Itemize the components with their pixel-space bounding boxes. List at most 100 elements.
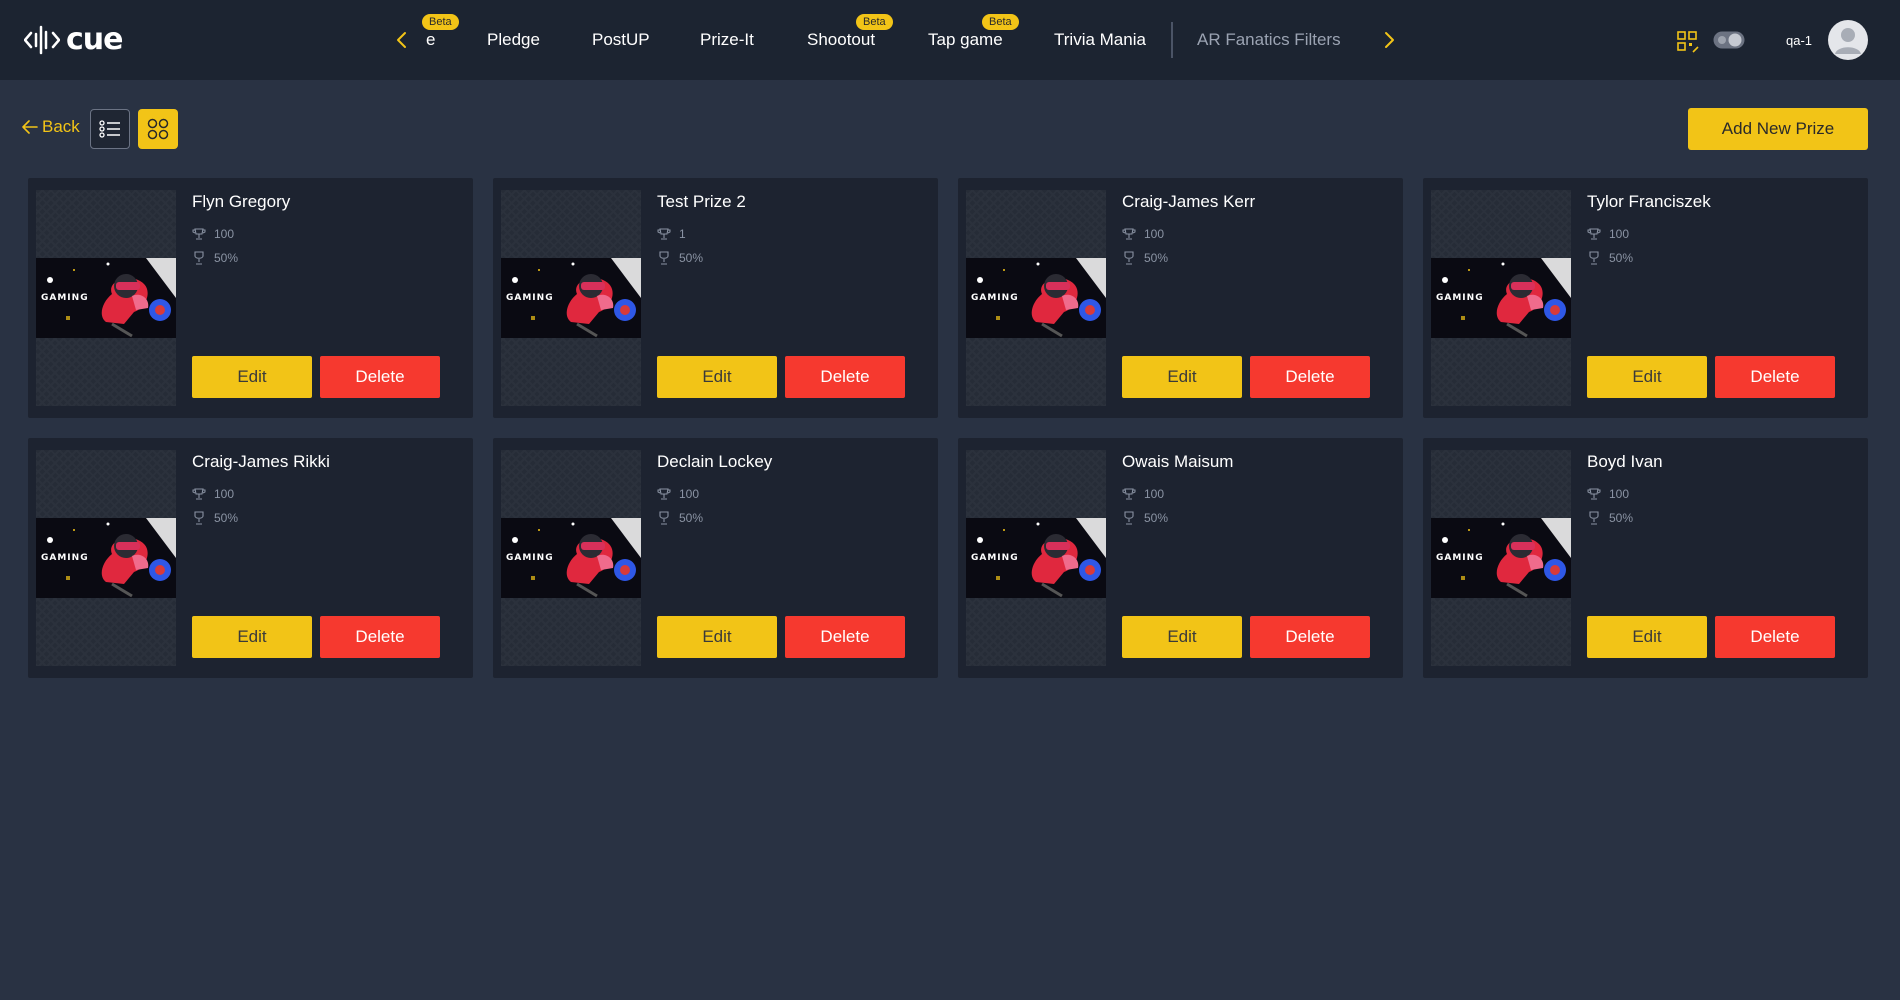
thumbnail-caption: GAMING — [506, 553, 554, 563]
delete-button[interactable]: Delete — [320, 356, 440, 398]
prize-percent-value: 50% — [679, 251, 704, 265]
prize-card: GAMING Owais Maisum 100 50% Edit Delete — [958, 438, 1403, 678]
prize-grid: GAMING Flyn Gregory 100 50% Edit Delete — [28, 178, 1868, 678]
prize-card: GAMING Craig-James Kerr 100 50% Edit Del… — [958, 178, 1403, 418]
chevron-right-icon[interactable] — [1377, 28, 1401, 52]
thumbnail-caption: GAMING — [1436, 293, 1484, 303]
prize-percent-value: 50% — [1609, 251, 1634, 265]
delete-button[interactable]: Delete — [785, 616, 905, 658]
back-label: Back — [42, 117, 80, 136]
prize-quantity: 1 — [657, 227, 686, 241]
prize-quantity-icon — [1122, 228, 1136, 240]
prize-quantity-icon — [192, 228, 206, 240]
delete-button[interactable]: Delete — [320, 616, 440, 658]
gaming-banner-image: GAMING — [1431, 518, 1571, 598]
prize-title: Owais Maisum — [1122, 452, 1234, 471]
edit-button[interactable]: Edit — [1587, 616, 1707, 658]
delete-button[interactable]: Delete — [785, 356, 905, 398]
prize-thumbnail: GAMING — [966, 190, 1106, 406]
tab-shootout[interactable]: Shootout — [807, 29, 875, 51]
prize-quantity-value: 100 — [679, 487, 700, 501]
grid-view-button[interactable] — [138, 109, 178, 149]
logo-text: cue — [66, 22, 123, 57]
gaming-banner-image: GAMING — [36, 518, 176, 598]
prize-quantity-icon — [1122, 488, 1136, 500]
delete-button[interactable]: Delete — [1715, 616, 1835, 658]
tab-ar-fanatics-filters[interactable]: AR Fanatics Filters — [1197, 29, 1341, 51]
prize-thumbnail: GAMING — [1431, 190, 1571, 406]
gaming-banner-image: GAMING — [501, 258, 641, 338]
tab-partial[interactable]: e — [426, 29, 435, 51]
prize-thumbnail: GAMING — [501, 450, 641, 666]
prize-percent: 50% — [1587, 511, 1633, 525]
edit-button[interactable]: Edit — [1122, 616, 1242, 658]
prize-thumbnail: GAMING — [1431, 450, 1571, 666]
add-new-prize-button[interactable]: Add New Prize — [1688, 108, 1868, 150]
prize-title: Tylor Franciszek — [1587, 192, 1711, 211]
beta-badge: Beta — [982, 14, 1019, 30]
prize-thumbnail: GAMING — [36, 190, 176, 406]
edit-button[interactable]: Edit — [192, 356, 312, 398]
prize-quantity-value: 100 — [214, 487, 235, 501]
thumbnail-caption: GAMING — [1436, 553, 1484, 563]
tab-postup[interactable]: PostUP — [592, 29, 650, 51]
delete-button[interactable]: Delete — [1715, 356, 1835, 398]
cue-logo-icon — [24, 25, 60, 55]
prize-percent: 50% — [1587, 251, 1633, 265]
prize-percent-value: 50% — [1144, 511, 1169, 525]
prize-percent-value: 50% — [679, 511, 704, 525]
prize-title: Craig-James Kerr — [1122, 192, 1256, 211]
edit-button[interactable]: Edit — [1122, 356, 1242, 398]
prize-quantity-value: 1 — [679, 227, 686, 241]
edit-button[interactable]: Edit — [657, 356, 777, 398]
delete-button[interactable]: Delete — [1250, 616, 1370, 658]
theme-toggle-icon[interactable] — [1713, 31, 1745, 49]
prize-title: Flyn Gregory — [192, 192, 291, 211]
prize-card: GAMING Test Prize 2 1 50% Edit Delete — [493, 178, 938, 418]
tab-prize-it[interactable]: Prize-It — [700, 29, 754, 51]
prize-title: Test Prize 2 — [657, 192, 746, 211]
list-view-button[interactable] — [90, 109, 130, 149]
prize-card: GAMING Boyd Ivan 100 50% Edit Delete — [1423, 438, 1868, 678]
prize-quantity: 100 — [192, 487, 234, 501]
cue-logo[interactable]: cue — [24, 22, 123, 58]
prize-percent: 50% — [192, 251, 238, 265]
prize-quantity-value: 100 — [1609, 227, 1630, 241]
prize-quantity: 100 — [657, 487, 699, 501]
trophy-icon — [1124, 251, 1134, 265]
prize-quantity: 100 — [1587, 487, 1629, 501]
prize-quantity: 100 — [1122, 227, 1164, 241]
trophy-icon — [194, 511, 204, 525]
qr-code-icon[interactable] — [1676, 30, 1700, 54]
prize-quantity: 100 — [1122, 487, 1164, 501]
edit-button[interactable]: Edit — [192, 616, 312, 658]
delete-button[interactable]: Delete — [1250, 356, 1370, 398]
chevron-left-icon[interactable] — [390, 28, 414, 52]
prize-quantity-value: 100 — [1144, 227, 1165, 241]
thumbnail-caption: GAMING — [971, 553, 1019, 563]
prize-card: GAMING Declain Lockey 100 50% Edit Delet… — [493, 438, 938, 678]
tab-trivia-mania[interactable]: Trivia Mania — [1054, 29, 1146, 51]
top-navigation-bar: cue e Beta Pledge PostUP Prize-It Shooto… — [0, 0, 1900, 80]
avatar[interactable] — [1828, 20, 1868, 60]
prize-quantity-icon — [1587, 488, 1601, 500]
tab-tap-game[interactable]: Tap game — [928, 29, 1003, 51]
prize-thumbnail: GAMING — [36, 450, 176, 666]
nav-divider — [1171, 22, 1173, 58]
trophy-icon — [1124, 511, 1134, 525]
arrow-left-icon — [22, 120, 38, 134]
back-button[interactable]: Back — [22, 117, 80, 137]
tab-pledge[interactable]: Pledge — [487, 29, 540, 51]
grid-view-icon — [147, 118, 169, 140]
prize-thumbnail: GAMING — [501, 190, 641, 406]
prize-percent-value: 50% — [214, 511, 239, 525]
prize-quantity-icon — [657, 228, 671, 240]
prize-percent: 50% — [657, 251, 703, 265]
beta-badge: Beta — [856, 14, 893, 30]
gaming-banner-image: GAMING — [501, 518, 641, 598]
prize-thumbnail: GAMING — [966, 450, 1106, 666]
thumbnail-caption: GAMING — [506, 293, 554, 303]
edit-button[interactable]: Edit — [1587, 356, 1707, 398]
edit-button[interactable]: Edit — [657, 616, 777, 658]
prize-quantity-icon — [1587, 228, 1601, 240]
